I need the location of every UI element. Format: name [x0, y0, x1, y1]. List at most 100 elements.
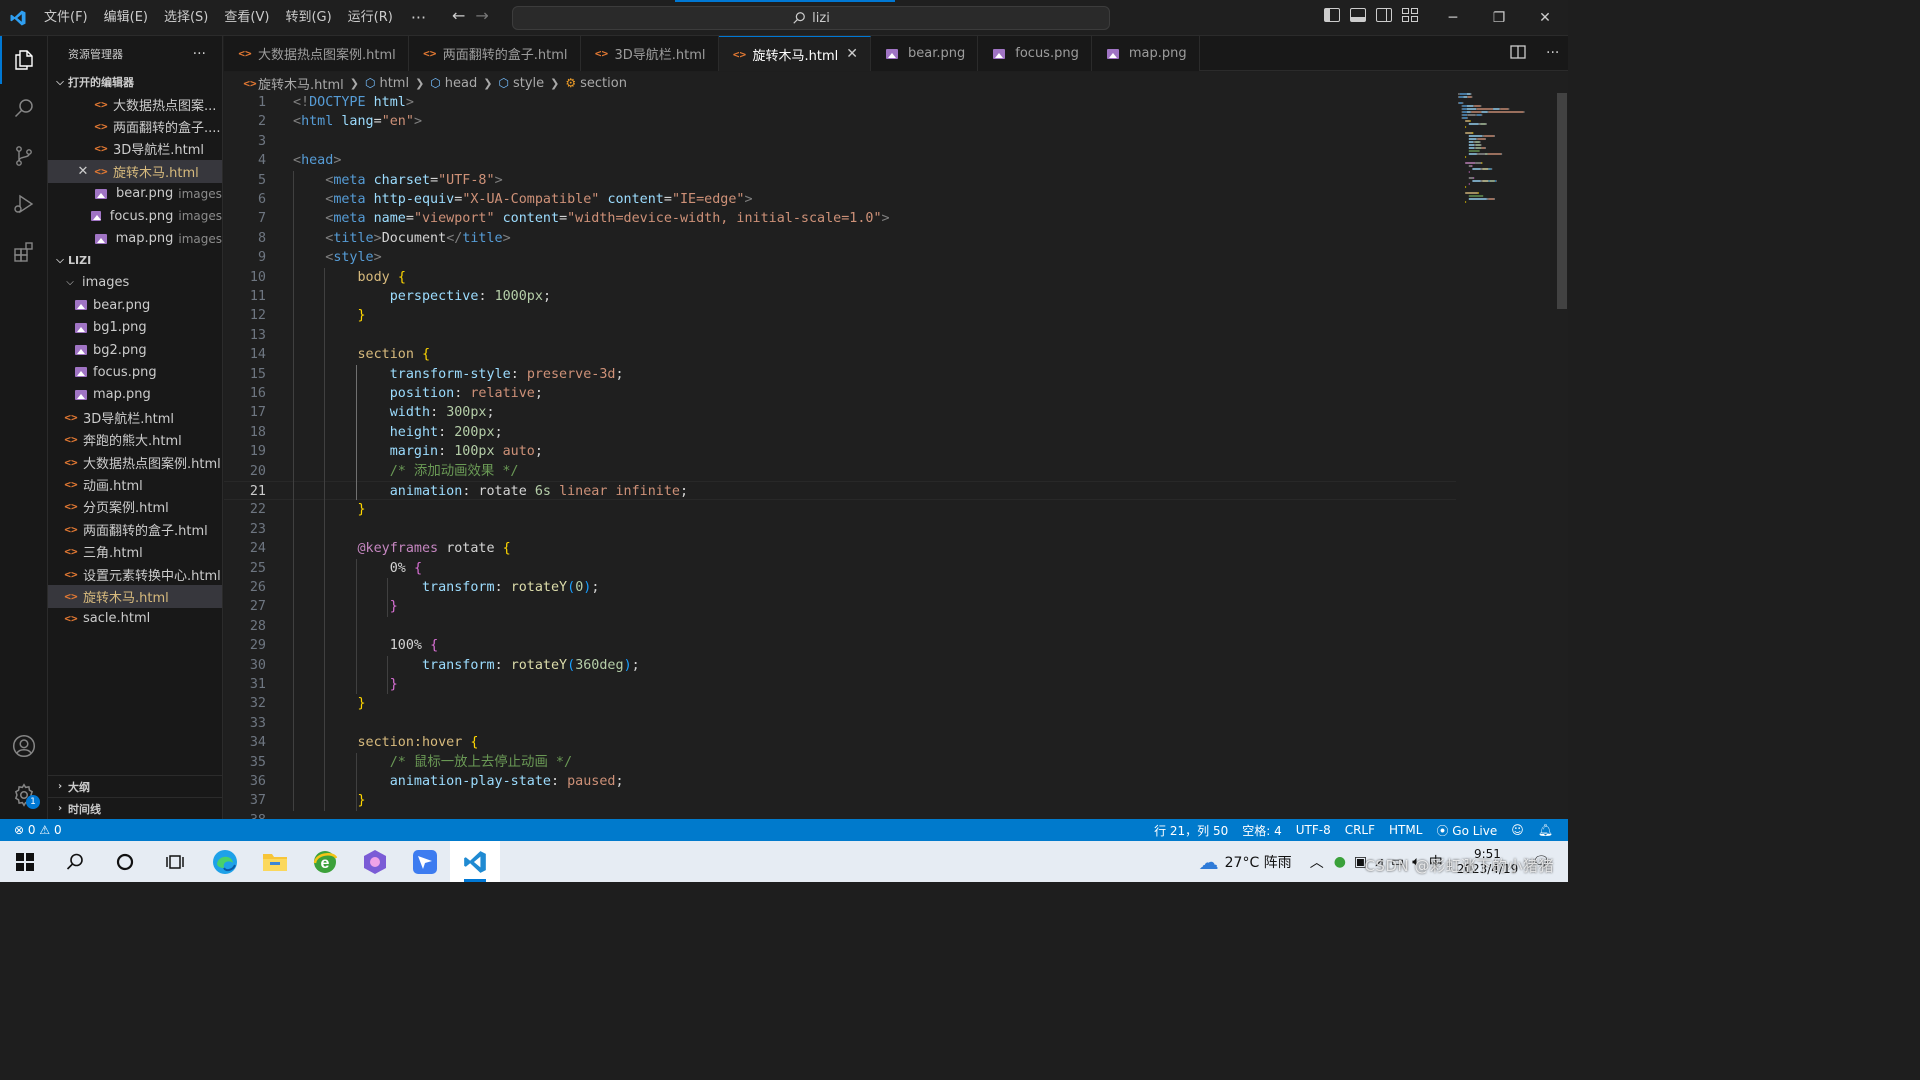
source-control-icon[interactable] — [0, 132, 48, 180]
menu-item[interactable]: 文件(F) — [36, 6, 96, 30]
eol-indicator[interactable]: CRLF — [1338, 823, 1382, 837]
file-item[interactable]: <> 旋转木马.html — [48, 585, 222, 608]
close-window-button[interactable]: ✕ — [1522, 0, 1568, 36]
problems-indicator[interactable]: ⊗ 0 ⚠ 0 — [0, 823, 69, 837]
notifications-bell-icon[interactable]: 🔔︎ — [1531, 823, 1560, 837]
breadcrumb-item[interactable]: ⬡ html — [365, 76, 409, 91]
minimap[interactable] — [1458, 93, 1554, 253]
cortana-icon[interactable] — [100, 841, 150, 882]
vscode-taskbar-icon[interactable] — [450, 841, 500, 882]
tab-image[interactable]: bear.png — [871, 36, 979, 71]
tab-html[interactable]: <> 两面翻转的盒子.html — [408, 36, 581, 71]
more-menu-button[interactable]: ··· — [401, 8, 436, 27]
open-editor-item[interactable]: <> 3D导航栏.html — [48, 138, 222, 160]
extensions-icon[interactable] — [0, 228, 48, 276]
open-editor-item[interactable]: <> 两面翻转的盒子.... — [48, 115, 222, 137]
indentation-indicator[interactable]: 空格: 4 — [1235, 822, 1289, 839]
folder-header-lizi[interactable]: ⌵ LIZI — [48, 250, 222, 272]
customize-layout-icon[interactable] — [1402, 8, 1418, 22]
command-center-search[interactable]: lizi — [512, 0, 1110, 30]
code-token: "en" — [381, 114, 414, 130]
timeline-header[interactable]: › 时间线 — [48, 797, 222, 819]
editor-scrollbar[interactable] — [1554, 93, 1568, 819]
language-mode[interactable]: HTML — [1382, 823, 1429, 837]
app-hexagon-icon[interactable] — [350, 841, 400, 882]
close-editor-icon[interactable]: ✕ — [74, 164, 92, 179]
file-explorer-icon[interactable] — [250, 841, 300, 882]
open-editor-item[interactable]: ✕ <> 旋转木马.html — [48, 160, 222, 183]
file-item[interactable]: <> 两面翻转的盒子.html — [48, 518, 222, 540]
menu-item[interactable]: 编辑(E) — [96, 6, 156, 30]
accounts-icon[interactable] — [0, 722, 48, 770]
menu-item[interactable]: 选择(S) — [156, 6, 216, 30]
toggle-primary-sidebar-icon[interactable] — [1324, 8, 1340, 22]
split-editor-icon[interactable] — [1510, 45, 1526, 63]
file-item[interactable]: <> 分页案例.html — [48, 496, 222, 518]
file-item[interactable]: bg2.png — [48, 339, 222, 361]
tab-html[interactable]: <> 旋转木马.html ✕ — [718, 36, 872, 71]
breadcrumb-item[interactable]: <> 旋转木马.html — [242, 74, 343, 93]
menu-item[interactable]: 转到(G) — [277, 6, 339, 30]
file-item[interactable]: <> 设置元素转换中心.html — [48, 563, 222, 585]
tab-close-icon[interactable]: ✕ — [846, 46, 858, 62]
menu-item[interactable]: 查看(V) — [216, 6, 277, 30]
file-item[interactable]: <> 3D导航栏.html — [48, 406, 222, 428]
open-editor-item[interactable]: bear.png images — [48, 183, 222, 205]
open-editors-header[interactable]: ⌵ 打开的编辑器 — [48, 71, 222, 93]
back-arrow-icon[interactable]: ← — [452, 6, 465, 25]
file-item[interactable]: <> 奔跑的熊大.html — [48, 428, 222, 450]
file-item[interactable]: focus.png — [48, 361, 222, 383]
toggle-secondary-sidebar-icon[interactable] — [1376, 8, 1392, 22]
file-item[interactable]: <> sacle.html — [48, 608, 222, 630]
feishu-app-icon[interactable] — [400, 841, 450, 882]
open-editor-item[interactable]: <> 大数据热点图案... — [48, 93, 222, 115]
tab-image[interactable]: map.png — [1091, 36, 1200, 71]
editor-more-actions-button[interactable]: ··· — [1546, 45, 1559, 63]
breadcrumb-item[interactable]: ⬡ head — [430, 76, 477, 91]
edge-browser-icon[interactable] — [200, 841, 250, 882]
tab-image[interactable]: focus.png — [978, 36, 1092, 71]
vscode-logo-icon[interactable] — [0, 0, 36, 36]
weather-text[interactable]: 27°C 阵雨 — [1225, 852, 1292, 872]
taskbar-search-icon[interactable] — [50, 841, 100, 882]
windows-start-icon[interactable] — [0, 841, 50, 882]
code-editor[interactable]: 1 <!DOCTYPE html> 2 <html lang="en"> 3 4 <head… — [224, 93, 1568, 819]
tab-html[interactable]: <> 3D导航栏.html — [580, 36, 719, 71]
file-item[interactable]: <> 大数据热点图案例.html — [48, 451, 222, 473]
code-token: > — [405, 95, 414, 110]
folder-images[interactable]: ⌵ images — [48, 272, 222, 294]
encoding-indicator[interactable]: UTF-8 — [1289, 823, 1338, 837]
toggle-panel-icon[interactable] — [1350, 8, 1366, 22]
manage-gear-icon[interactable]: 1 — [0, 771, 48, 819]
file-item[interactable]: bg1.png — [48, 317, 222, 339]
task-view-icon[interactable] — [150, 841, 200, 882]
tab-html[interactable]: <> 大数据热点图案例.html — [224, 36, 409, 71]
minimize-button[interactable]: ─ — [1430, 0, 1476, 36]
feedback-icon[interactable]: ☺ — [1504, 823, 1531, 837]
cursor-position[interactable]: 行 21，列 50 — [1147, 822, 1235, 839]
breadcrumb-item[interactable]: ⬡ style — [498, 76, 544, 91]
go-live-button[interactable]: ⦿ Go Live — [1429, 822, 1504, 839]
html-file-icon: <> — [64, 522, 78, 536]
line-code: body { — [293, 268, 406, 287]
open-editor-item[interactable]: focus.png images — [48, 205, 222, 227]
explorer-more-button[interactable]: ··· — [193, 46, 206, 62]
run-debug-icon[interactable] — [0, 180, 48, 228]
file-item[interactable]: bear.png — [48, 294, 222, 316]
file-item[interactable]: <> 动画.html — [48, 473, 222, 495]
file-item[interactable]: map.png — [48, 384, 222, 406]
code-token: Document — [381, 230, 447, 246]
forward-arrow-icon[interactable]: → — [475, 6, 488, 25]
menu-item[interactable]: 运行(R) — [340, 6, 401, 30]
outline-header[interactable]: › 大纲 — [48, 775, 222, 797]
ie-browser-icon[interactable]: e — [300, 841, 350, 882]
weather-cloud-icon[interactable]: ☁ — [1199, 850, 1219, 874]
tray-expand-icon[interactable]: ︿ — [1310, 852, 1324, 872]
restore-button[interactable]: ❐ — [1476, 0, 1522, 36]
explorer-icon[interactable] — [0, 36, 48, 84]
file-item[interactable]: <> 三角.html — [48, 540, 222, 562]
tray-app-icon[interactable]: ● — [1334, 854, 1346, 870]
open-editor-item[interactable]: map.png images — [48, 227, 222, 249]
search-view-icon[interactable] — [0, 84, 48, 132]
breadcrumb-item[interactable]: ⚙ section — [565, 76, 627, 91]
